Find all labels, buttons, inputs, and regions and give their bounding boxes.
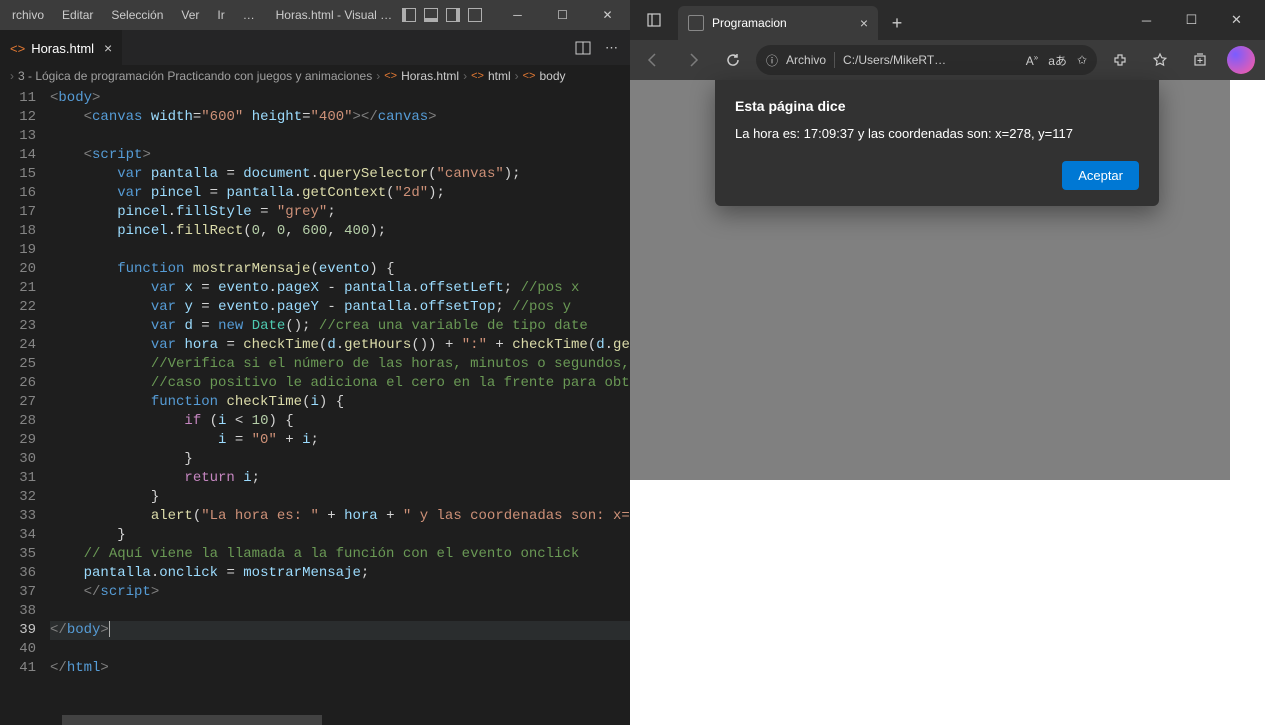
- minimize-button[interactable]: ─: [1124, 0, 1169, 40]
- layout-bottom-icon[interactable]: [424, 8, 438, 22]
- tab-actions: ⋯: [575, 40, 630, 56]
- tab-label: Horas.html: [31, 41, 94, 56]
- menu-item[interactable]: Selección: [103, 4, 171, 26]
- favorites-button[interactable]: [1143, 44, 1177, 76]
- favorite-icon[interactable]: ✩: [1077, 53, 1087, 67]
- breadcrumb-folder[interactable]: 3 - Lógica de programación Practicando c…: [18, 69, 372, 83]
- vscode-window: rchivoEditarSelecciónVerIr… Horas.html -…: [0, 0, 630, 725]
- read-aloud-icon[interactable]: A»: [1026, 53, 1038, 68]
- split-editor-icon[interactable]: [575, 40, 591, 56]
- menu-item[interactable]: Ver: [173, 4, 207, 26]
- menu-item[interactable]: rchivo: [4, 4, 52, 26]
- browser-window: Programacion × + ─ ☐ ✕ ⓘ Archivo C:/User…: [630, 0, 1265, 725]
- addr-scheme: Archivo: [786, 53, 826, 67]
- forward-button[interactable]: [676, 44, 710, 76]
- alert-dialog: Esta página dice La hora es: 17:09:37 y …: [715, 80, 1159, 206]
- breadcrumb-html[interactable]: html: [488, 69, 511, 83]
- chevron-right-icon: ›: [10, 69, 14, 83]
- browser-toolbar: ⓘ Archivo C:/Users/MikeRT… A» aあ ✩: [630, 40, 1265, 80]
- menu-item[interactable]: …: [235, 4, 263, 26]
- breadcrumb[interactable]: › 3 - Lógica de programación Practicando…: [0, 65, 630, 87]
- tag-icon: <>: [471, 70, 484, 82]
- code-content[interactable]: <body> <canvas width="600" height="400">…: [50, 87, 630, 715]
- browser-viewport: Esta página dice La hora es: 17:09:37 y …: [630, 80, 1265, 725]
- browser-tabbar: Programacion × + ─ ☐ ✕: [630, 0, 1265, 40]
- maximize-button[interactable]: ☐: [540, 0, 585, 30]
- layout-grid-icon[interactable]: [468, 8, 482, 22]
- html-file-icon: <>: [10, 41, 25, 56]
- collections-button[interactable]: [1183, 44, 1217, 76]
- tab-close-icon[interactable]: ×: [104, 40, 112, 56]
- back-button[interactable]: [636, 44, 670, 76]
- extensions-button[interactable]: [1103, 44, 1137, 76]
- page-favicon: [688, 15, 704, 31]
- html-file-icon: <>: [384, 70, 397, 82]
- vscode-window-title: Horas.html - Visual …: [263, 8, 495, 22]
- close-button[interactable]: ✕: [1214, 0, 1259, 40]
- chevron-right-icon: ›: [376, 69, 380, 83]
- close-button[interactable]: ✕: [585, 0, 630, 30]
- title-text: Horas.html - Visual …: [276, 8, 392, 22]
- address-bar[interactable]: ⓘ Archivo C:/Users/MikeRT… A» aあ ✩: [756, 45, 1097, 75]
- translate-icon[interactable]: aあ: [1048, 52, 1067, 69]
- browser-tab[interactable]: Programacion ×: [678, 6, 878, 40]
- dialog-title: Esta página dice: [735, 98, 1139, 114]
- profile-avatar[interactable]: [1227, 46, 1255, 74]
- browser-tab-title: Programacion: [712, 16, 787, 30]
- horizontal-scrollbar[interactable]: [0, 715, 630, 725]
- breadcrumb-body[interactable]: body: [539, 69, 565, 83]
- layout-right-icon[interactable]: [446, 8, 460, 22]
- dialog-message: La hora es: 17:09:37 y las coordenadas s…: [735, 126, 1139, 141]
- more-actions-icon[interactable]: ⋯: [605, 40, 618, 56]
- menu-item[interactable]: Editar: [54, 4, 101, 26]
- line-gutter: 1112131415161718192021222324252627282930…: [0, 87, 50, 715]
- chevron-right-icon: ›: [515, 69, 519, 83]
- tag-icon: <>: [523, 70, 536, 82]
- chevron-right-icon: ›: [463, 69, 467, 83]
- maximize-button[interactable]: ☐: [1169, 0, 1214, 40]
- minimize-button[interactable]: ─: [495, 0, 540, 30]
- breadcrumb-file[interactable]: Horas.html: [401, 69, 459, 83]
- layout-left-icon[interactable]: [402, 8, 416, 22]
- addr-actions: A» aあ ✩: [1026, 52, 1087, 69]
- vscode-titlebar: rchivoEditarSelecciónVerIr… Horas.html -…: [0, 0, 630, 30]
- vscode-tabs: <> Horas.html × ⋯: [0, 30, 630, 65]
- divider: [834, 52, 835, 68]
- tab-actions-button[interactable]: [636, 2, 672, 38]
- layout-icons[interactable]: [402, 8, 482, 22]
- vscode-menu: rchivoEditarSelecciónVerIr…: [0, 4, 263, 26]
- refresh-button[interactable]: [716, 44, 750, 76]
- menu-item[interactable]: Ir: [209, 4, 232, 26]
- new-tab-button[interactable]: +: [882, 8, 912, 38]
- vscode-window-controls: ─ ☐ ✕: [495, 0, 630, 30]
- dialog-accept-button[interactable]: Aceptar: [1062, 161, 1139, 190]
- tab-close-icon[interactable]: ×: [860, 15, 868, 31]
- code-editor[interactable]: 1112131415161718192021222324252627282930…: [0, 87, 630, 715]
- info-icon[interactable]: ⓘ: [766, 52, 778, 69]
- scrollbar-thumb[interactable]: [62, 715, 322, 725]
- editor-tab-horas[interactable]: <> Horas.html ×: [0, 30, 122, 65]
- dialog-buttons: Aceptar: [735, 161, 1139, 190]
- browser-window-controls: ─ ☐ ✕: [1124, 0, 1259, 40]
- addr-path: C:/Users/MikeRT…: [843, 53, 946, 67]
